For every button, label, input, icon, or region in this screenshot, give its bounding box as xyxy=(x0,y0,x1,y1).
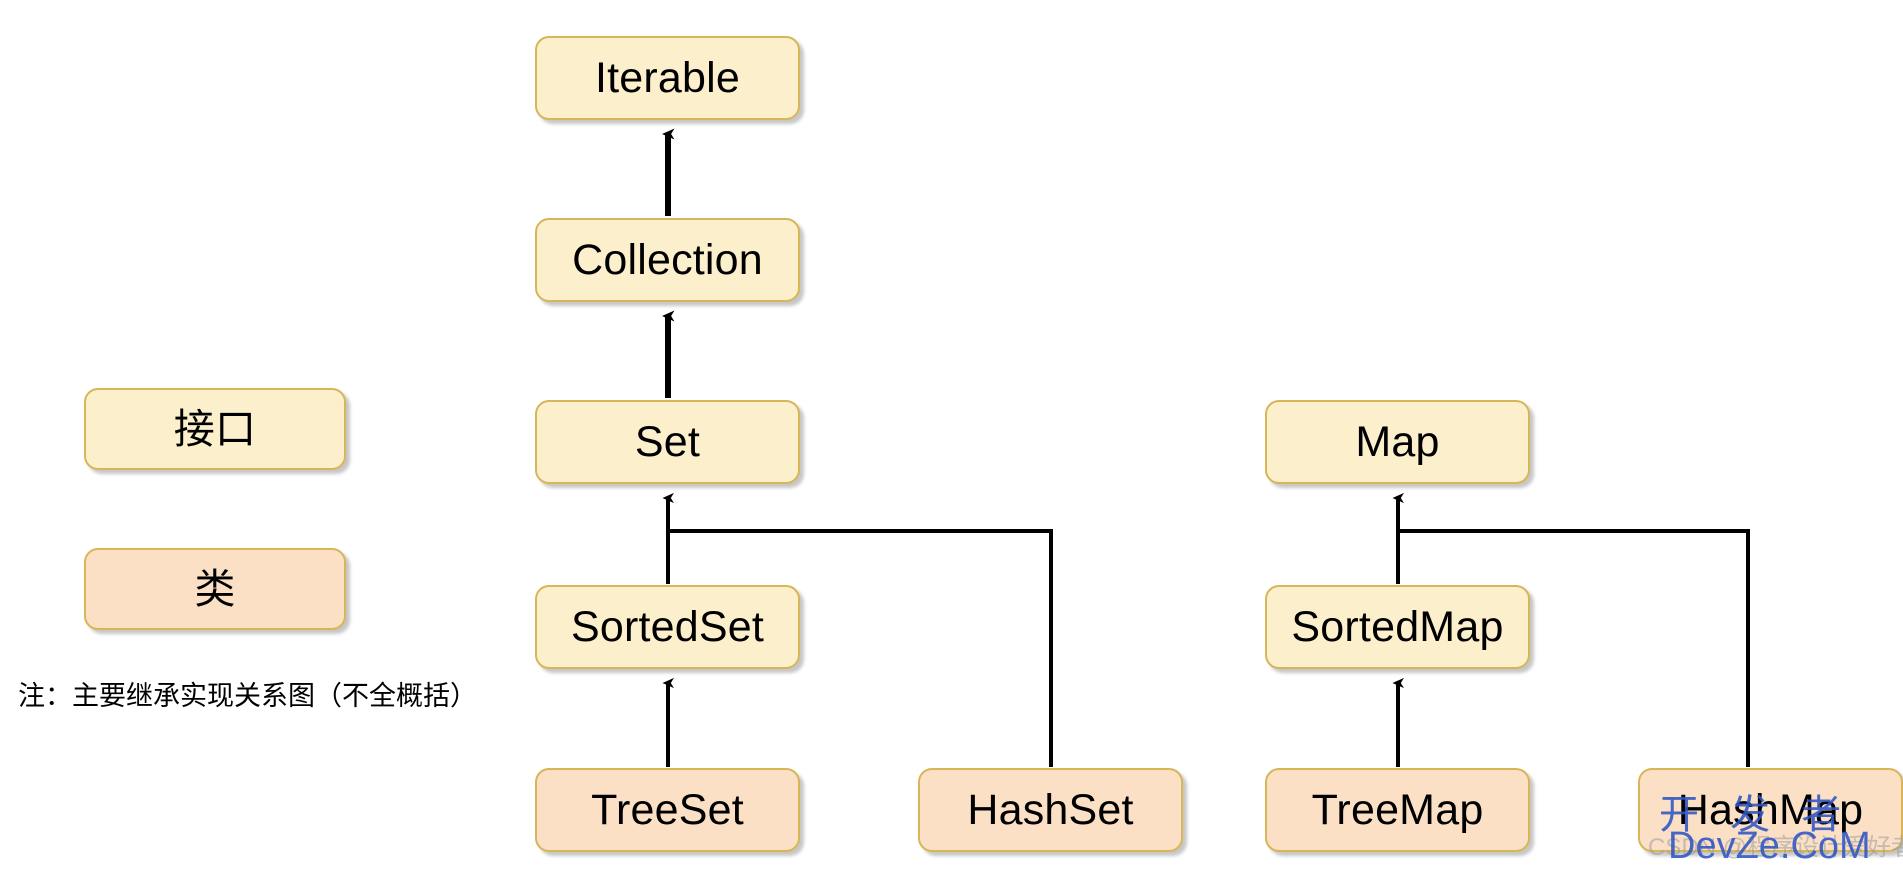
node-collection: Collection xyxy=(535,218,800,302)
diagram-note: 注：主要继承实现关系图（不全概括） xyxy=(18,681,477,711)
node-map-label: Map xyxy=(1355,417,1440,466)
node-set: Set xyxy=(535,400,800,484)
node-iterable: Iterable xyxy=(535,36,800,120)
node-sortedmap-label: SortedMap xyxy=(1291,602,1504,651)
legend-interface-label: 接口 xyxy=(173,405,257,452)
node-hashset-label: HashSet xyxy=(967,785,1134,834)
node-treemap-label: TreeMap xyxy=(1311,785,1484,834)
legend-class-box: 类 xyxy=(84,548,346,630)
node-sortedset: SortedSet xyxy=(535,585,800,669)
node-hashset: HashSet xyxy=(918,768,1183,852)
node-collection-label: Collection xyxy=(572,235,763,284)
node-treeset-label: TreeSet xyxy=(591,785,744,834)
diagram-canvas: 接口 类 注：主要继承实现关系图（不全概括） Iterable Collecti… xyxy=(0,0,1903,873)
node-sortedset-label: SortedSet xyxy=(570,602,765,651)
node-treeset: TreeSet xyxy=(535,768,800,852)
node-iterable-label: Iterable xyxy=(594,53,741,102)
legend-class-label: 类 xyxy=(194,565,236,612)
node-map: Map xyxy=(1265,400,1530,484)
devze-watermark-bottom: DevZe.CoM xyxy=(1668,825,1871,867)
legend-interface-box: 接口 xyxy=(84,388,346,470)
node-sortedmap: SortedMap xyxy=(1265,585,1530,669)
node-treemap: TreeMap xyxy=(1265,768,1530,852)
node-set-label: Set xyxy=(634,417,701,466)
